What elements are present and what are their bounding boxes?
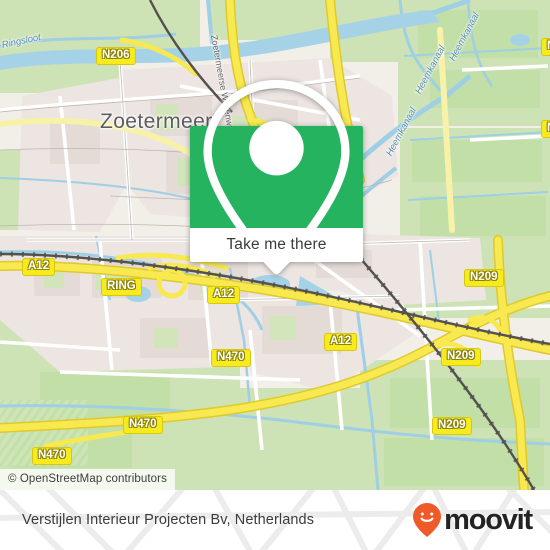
moovit-wordmark: moovit: [444, 503, 533, 536]
take-me-there-button[interactable]: Take me there: [226, 236, 326, 254]
road-shield-a12: A12: [22, 258, 56, 276]
moovit-pin-smiley-icon: [413, 503, 442, 537]
road-shield-edge-clipped: N: [541, 38, 550, 56]
map-pin-icon: [203, 79, 350, 275]
location-popup[interactable]: Take me there: [190, 79, 363, 275]
popup-footer[interactable]: Take me there: [190, 228, 363, 274]
place-title: Verstijlen Interieur Projecten Bv, Nethe…: [22, 512, 315, 528]
popup-header: [190, 79, 363, 275]
road-shield-n209: N209: [464, 269, 504, 287]
road-shield-ring: RING: [101, 278, 142, 296]
map-canvas[interactable]: Zoetermeer Ringsloot Heemkanaal Heemkana…: [0, 0, 550, 490]
road-shield-n209: N209: [441, 348, 481, 366]
road-shield-n209: N209: [432, 417, 472, 435]
popup-pointer-tail: [263, 262, 290, 274]
osm-attribution[interactable]: © OpenStreetMap contributors: [0, 469, 175, 490]
road-shield-n206: N206: [96, 47, 136, 65]
road-shield-edge-clipped: N: [541, 120, 550, 138]
road-shield-n470: N470: [32, 447, 72, 465]
page-footer: Verstijlen Interieur Projecten Bv, Nethe…: [0, 490, 550, 550]
moovit-logo[interactable]: moovit: [412, 490, 533, 550]
road-shield-n470: N470: [123, 416, 163, 434]
moovit-map-page: Zoetermeer Ringsloot Heemkanaal Heemkana…: [0, 0, 550, 550]
